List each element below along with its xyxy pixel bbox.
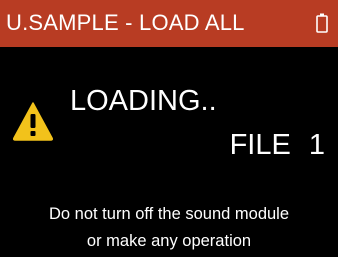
title-bar: U.SAMPLE - LOAD ALL bbox=[0, 0, 338, 47]
file-progress-label: FILE 1 bbox=[229, 129, 325, 161]
warning-message: Do not turn off the sound module or make… bbox=[0, 201, 338, 255]
battery-icon bbox=[316, 13, 328, 33]
screen-title: U.SAMPLE - LOAD ALL bbox=[6, 10, 245, 35]
loading-screen: U.SAMPLE - LOAD ALL LOADING.. FILE 1 Do … bbox=[0, 0, 338, 257]
warning-message-line-1: Do not turn off the sound module bbox=[48, 205, 290, 223]
warning-icon bbox=[12, 102, 54, 141]
warning-message-line-2: or make any operation bbox=[86, 232, 252, 250]
loading-label: LOADING.. bbox=[70, 85, 217, 117]
